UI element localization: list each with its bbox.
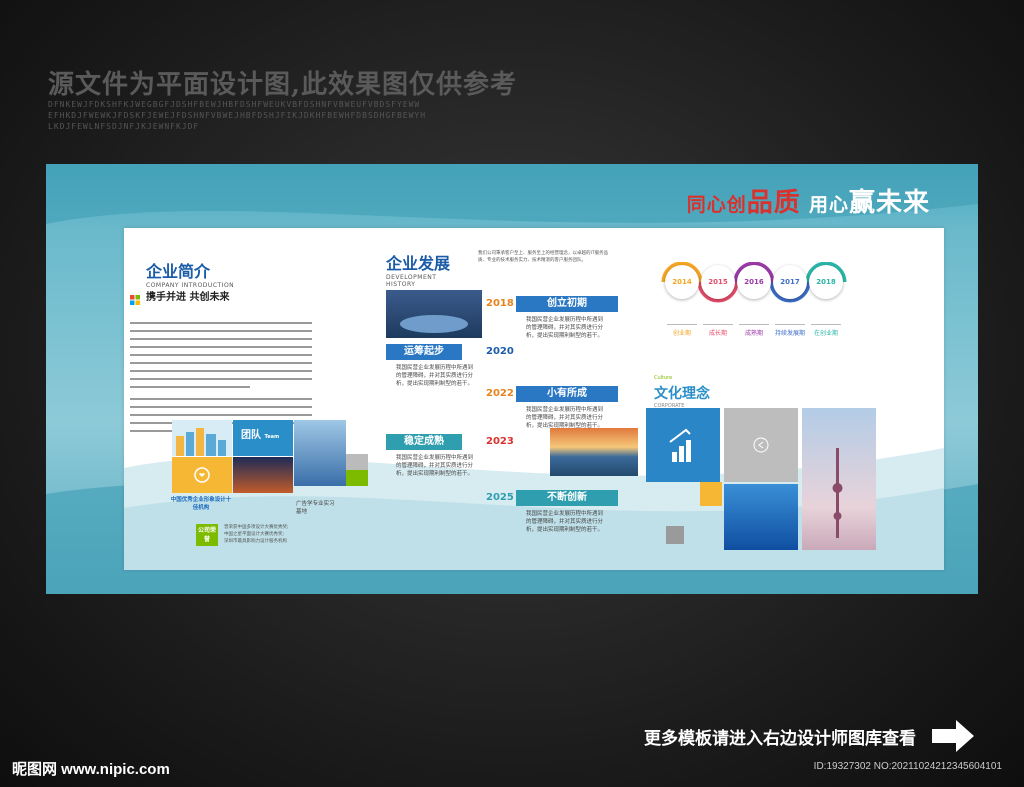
intro-motto: 携手并进 共创未来	[146, 292, 230, 303]
history-title: 企业发展	[386, 256, 451, 273]
milestone-tag-founding: 创立初期	[516, 296, 618, 312]
skyscraper-photo	[294, 420, 346, 486]
deco-square-dark	[666, 526, 684, 544]
image-id: ID:19327302 NO:20211024212345604101	[813, 761, 1002, 772]
lake-city-photo	[386, 290, 482, 338]
team-sub: Team	[264, 434, 280, 440]
phase-label: 持续发展期	[775, 324, 805, 337]
slogan: 同心创品质 用心赢未来	[686, 187, 930, 217]
timeline-year-2018: 2018	[809, 265, 843, 299]
site-logo: 昵图网 www.nipic.com	[12, 761, 170, 778]
milestone-text: 我国民营企业发展历程中所遇到的管理障碍，并对其实质进行分析，提出实现期利制型的若…	[526, 317, 604, 339]
grey-tile	[724, 408, 798, 482]
year-2018: 2018	[486, 298, 514, 309]
night-city-photo	[233, 457, 293, 493]
city-illustration	[172, 420, 232, 456]
phase-timeline: 2014 2015 2016 2017 2018 创业期 成长期 成熟期 持续发…	[654, 262, 854, 352]
intro-title: 企业简介	[146, 264, 211, 281]
year-2020: 2020	[486, 346, 514, 357]
year-2025: 2025	[486, 492, 514, 503]
watermark-line: DFNKEWJFDKSHFKJWEGBGFJDSHFBEWJHBFDSHFWEU…	[48, 100, 421, 109]
content-panel: 企业简介 COMPANY INTRODUCTION 携手并进 共创未来 团队 T…	[124, 228, 944, 570]
blue-city-photo	[724, 484, 798, 550]
history-desc: 我们公司秉承客户至上、服务至上的经营理念，以卓越的IT服务品质、专业的技术服务实…	[478, 251, 609, 263]
culture-heading: Culture 文化理念 CORPORATE	[654, 364, 794, 409]
milestone-tag-start: 运筹起步	[386, 344, 462, 360]
phase-label: 创业期	[667, 324, 697, 337]
caption-intern: 广告学专业实习基地	[296, 501, 335, 515]
honor-badge: 公司荣誉	[196, 524, 218, 546]
display-board: 同心创品质 用心赢未来 企业简介 COMPANY INTRODUCTION 携手…	[46, 164, 978, 594]
tower-photo	[802, 408, 876, 550]
arrow-left-icon	[753, 437, 769, 453]
deco-square-green	[346, 470, 368, 486]
milestone-tag-innovate: 不断创新	[516, 490, 618, 506]
milestone-text: 我国民营企业发展历程中所遇到的管理障碍，并对其实质进行分析，提出实现期利制型的若…	[526, 407, 604, 429]
timeline-year-2014: 2014	[665, 265, 699, 299]
deco-square-yellow	[700, 482, 722, 506]
history-heading: 企业发展 DEVELOPMENT HISTORY	[386, 250, 466, 288]
team-label: 团队	[241, 430, 261, 441]
sunset-bay-photo	[550, 428, 638, 476]
heart-tile	[172, 457, 232, 493]
phase-label: 成熟期	[739, 324, 769, 337]
growth-chart-tile	[646, 408, 720, 482]
milestone-tag-mature: 稳定成熟	[386, 434, 462, 450]
milestone-text: 我国民营企业发展历程中所遇到的管理障碍，并对其实质进行分析，提出实现期利制型的若…	[526, 511, 604, 533]
caption-award: 中国优秀企业形象设计十佳机构	[170, 497, 232, 511]
timeline-year-2017: 2017	[773, 265, 807, 299]
milestone-text: 我国民营企业发展历程中所遇到的管理障碍，并对其实质进行分析，提出实现期利制型的若…	[396, 365, 474, 387]
phase-label: 成长期	[703, 324, 733, 337]
milestone-text: 我国民营企业发展历程中所遇到的管理障碍，并对其实质进行分析，提出实现期利制型的若…	[396, 455, 474, 477]
year-2022: 2022	[486, 388, 514, 399]
phase-label: 在创业期	[811, 324, 841, 337]
team-tile: 团队 Team	[233, 420, 293, 456]
year-2023: 2023	[486, 436, 514, 447]
culture-tag: Culture	[654, 375, 673, 381]
timeline-year-2015: 2015	[701, 265, 735, 299]
watermark-line: EFHKDJFWEWKJFDSKFJEWEJFDSHNFVBWEJHBFDSHJ…	[48, 111, 427, 120]
windows-logo-icon	[130, 290, 140, 305]
footer-text: 更多模板请进入右边设计师图库查看	[644, 729, 916, 748]
timeline-year-2016: 2016	[737, 265, 771, 299]
watermark-title: 源文件为平面设计图,此效果图仅供参考	[48, 70, 518, 100]
honor-list: 曾荣获中国多项设计大赛优秀奖; 中国之星平面设计大赛优秀奖; 深圳市最具影响力设…	[224, 525, 289, 544]
milestone-tag-success: 小有所成	[516, 386, 618, 402]
intro-heading: 企业简介 COMPANY INTRODUCTION	[146, 258, 266, 289]
culture-title: 文化理念	[654, 386, 710, 402]
heart-icon	[194, 467, 210, 483]
history-subtitle: DEVELOPMENT HISTORY	[386, 274, 437, 288]
growth-chart-icon	[669, 428, 691, 462]
deco-square-grey	[346, 454, 368, 470]
watermark-line: LKDJFEWLNFSDJNFJKJEWNFKJDF	[48, 122, 200, 131]
arrow-right-icon[interactable]	[930, 718, 976, 758]
